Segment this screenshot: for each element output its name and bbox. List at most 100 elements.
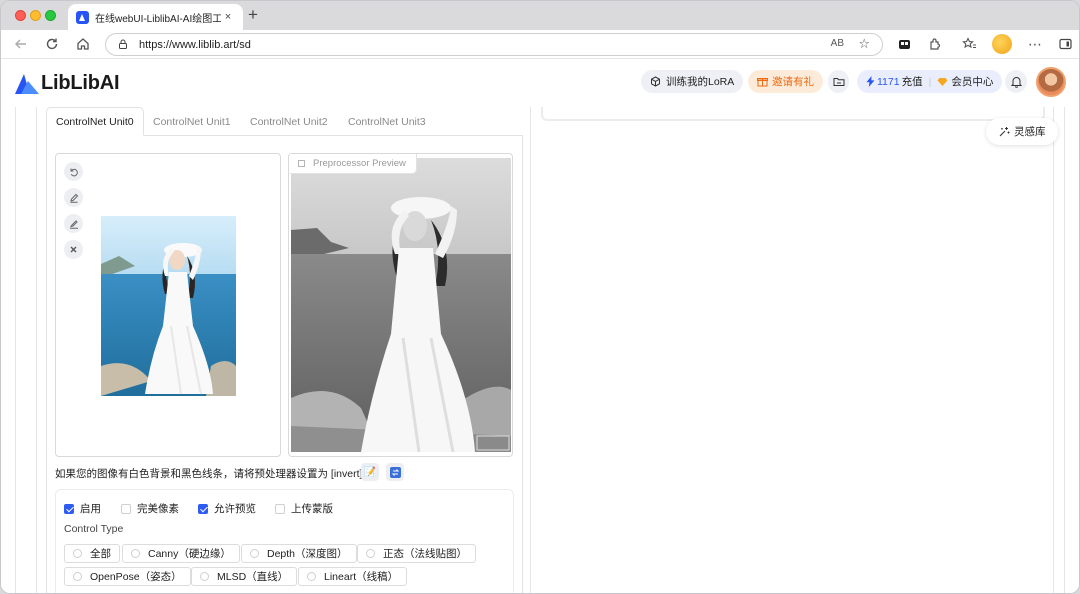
gift-icon — [757, 78, 768, 87]
credits-pill[interactable]: 1171 充值 | 会员中心 — [857, 70, 1003, 93]
favorite-star-icon[interactable]: ☆ — [858, 36, 870, 52]
control-type-mlsd-label: MLSD（直线） — [217, 571, 289, 583]
browser-tab[interactable]: 在线webUI-LiblibAI-AI绘图工具 × — [68, 4, 243, 30]
radio-dot — [200, 572, 209, 581]
tab-controlnet-unit1[interactable]: ControlNet Unit1 — [153, 107, 231, 136]
sparkle-icon — [999, 126, 1010, 136]
liblib-logo[interactable]: LibLibAI — [15, 72, 120, 95]
control-type-mlsd[interactable]: MLSD（直线） — [191, 567, 298, 586]
control-type-all[interactable]: 全部 — [64, 544, 120, 563]
radio-dot — [250, 549, 259, 558]
left-rail — [15, 107, 37, 593]
tab-controlnet-unit2[interactable]: ControlNet Unit2 — [250, 107, 328, 136]
lightning-icon — [866, 76, 875, 87]
allow-preview-checkbox-box[interactable] — [198, 503, 208, 514]
sidebar-toggle-icon[interactable] — [1056, 35, 1074, 53]
enable-label: 启用 — [80, 503, 101, 515]
liblib-page: LibLibAI 训练我的LoRA 邀请有礼 1171 充值 | 会员中心 灵感… — [1, 59, 1079, 593]
user-avatar[interactable] — [1036, 67, 1066, 97]
control-type-openpose-label: OpenPose（姿态） — [90, 571, 182, 583]
image-placeholder-icon — [298, 160, 305, 167]
url-text[interactable]: https://www.liblib.art/sd — [139, 39, 251, 51]
invert-hint-text: 如果您的图像有白色背景和黑色线条，请将预处理器设置为 [invert]. — [55, 468, 366, 480]
train-lora-button[interactable]: 训练我的LoRA — [641, 70, 744, 93]
clear-image-icon[interactable] — [64, 240, 83, 259]
input-image-box[interactable] — [55, 153, 281, 457]
control-type-lineart-label: Lineart（线稿） — [324, 571, 399, 583]
collections-icon[interactable] — [895, 35, 913, 53]
invite-button[interactable]: 邀请有礼 — [748, 70, 823, 93]
control-type-lineart[interactable]: Lineart（线稿） — [298, 567, 408, 586]
control-type-label: Control Type — [64, 523, 124, 535]
back-icon[interactable] — [12, 35, 30, 53]
member-center-label[interactable]: 会员中心 — [951, 74, 993, 89]
radio-dot — [73, 572, 82, 581]
logo-text: LibLibAI — [41, 72, 120, 94]
preprocessor-preview-label: Preprocessor Preview — [290, 154, 417, 174]
radio-dot — [307, 572, 316, 581]
folder-button[interactable] — [828, 70, 849, 93]
undo-icon[interactable] — [64, 162, 83, 181]
diamond-icon — [937, 77, 948, 86]
allow-preview-checkbox[interactable]: 允许预览 — [198, 501, 256, 516]
credits-value: 1171 — [877, 75, 900, 88]
inspiration-library-label: 灵感库 — [1014, 126, 1046, 138]
pill-divider: | — [928, 75, 932, 88]
maximize-window-button[interactable] — [45, 10, 56, 21]
more-menu-icon[interactable]: ⋯ — [1026, 35, 1044, 53]
site-header: LibLibAI 训练我的LoRA 邀请有礼 1171 充值 | 会员中心 — [1, 59, 1079, 107]
allow-preview-label: 允许预览 — [214, 503, 256, 515]
home-icon[interactable] — [74, 35, 92, 53]
edit-pencil-icon[interactable] — [64, 188, 83, 207]
upload-mask-checkbox-box[interactable] — [275, 503, 285, 514]
browser-toolbar: https://www.liblib.art/sd AB ☆ ⋯ — [1, 30, 1079, 59]
profile-icon[interactable] — [992, 34, 1012, 54]
browser-window: 在线webUI-LiblibAI-AI绘图工具 × + https://www.… — [0, 0, 1080, 594]
pixel-perfect-checkbox-box[interactable] — [121, 503, 131, 514]
controlnet-tabs: ControlNet Unit0 ControlNet Unit1 Contro… — [46, 107, 523, 136]
minimize-window-button[interactable] — [30, 10, 41, 21]
tab-close-icon[interactable]: × — [221, 11, 235, 23]
upload-mask-checkbox[interactable]: 上传蒙版 — [275, 501, 333, 516]
recharge-label[interactable]: 充值 — [902, 74, 923, 89]
brush-icon[interactable] — [64, 214, 83, 233]
liblib-logo-icon — [15, 73, 39, 95]
control-type-all-label: 全部 — [90, 548, 111, 560]
control-type-canny-label: Canny（硬边缘） — [148, 548, 231, 560]
tab-controlnet-unit0[interactable]: ControlNet Unit0 — [46, 107, 144, 136]
bell-icon — [1010, 76, 1022, 88]
preprocessor-preview-box: Preprocessor Preview — [288, 153, 513, 457]
read-aloud-icon[interactable]: AB — [831, 38, 844, 49]
enable-checkbox[interactable]: 启用 — [64, 501, 101, 516]
tab-strip: 在线webUI-LiblibAI-AI绘图工具 × + — [1, 1, 1079, 30]
liblib-favicon-icon — [76, 10, 89, 24]
tab-title: 在线webUI-LiblibAI-AI绘图工具 — [95, 13, 221, 25]
upload-mask-label: 上传蒙版 — [291, 503, 333, 515]
pixel-perfect-checkbox[interactable]: 完美像素 — [121, 501, 179, 516]
output-panel — [531, 107, 1061, 593]
preprocessor-preview-text: Preprocessor Preview — [313, 158, 406, 169]
notification-button[interactable] — [1005, 70, 1027, 93]
enable-checkbox-box[interactable] — [64, 503, 74, 514]
tab-controlnet-unit3[interactable]: ControlNet Unit3 — [348, 107, 426, 136]
close-window-button[interactable] — [15, 10, 26, 21]
favorites-icon[interactable] — [960, 35, 978, 53]
control-type-normal[interactable]: 正态（法线贴图） — [357, 544, 476, 563]
radio-dot — [366, 549, 375, 558]
reload-icon[interactable] — [43, 35, 61, 53]
radio-dot — [131, 549, 140, 558]
control-type-canny[interactable]: Canny（硬边缘） — [122, 544, 240, 563]
train-lora-label: 训练我的LoRA — [666, 76, 735, 88]
preprocessor-preview-image — [291, 158, 511, 452]
edit-note-icon[interactable]: 📝 — [361, 463, 379, 481]
control-type-depth-label: Depth（深度图） — [267, 548, 348, 560]
inspiration-library-button[interactable]: 灵感库 — [986, 118, 1058, 145]
swap-icon[interactable] — [386, 463, 404, 481]
control-type-openpose[interactable]: OpenPose（姿态） — [64, 567, 191, 586]
address-bar[interactable]: https://www.liblib.art/sd AB ☆ — [105, 33, 883, 56]
extensions-icon[interactable] — [926, 35, 944, 53]
new-tab-button[interactable]: + — [248, 5, 258, 25]
control-type-depth[interactable]: Depth（深度图） — [241, 544, 357, 563]
uploaded-photo — [101, 216, 236, 396]
output-box — [541, 107, 1045, 121]
